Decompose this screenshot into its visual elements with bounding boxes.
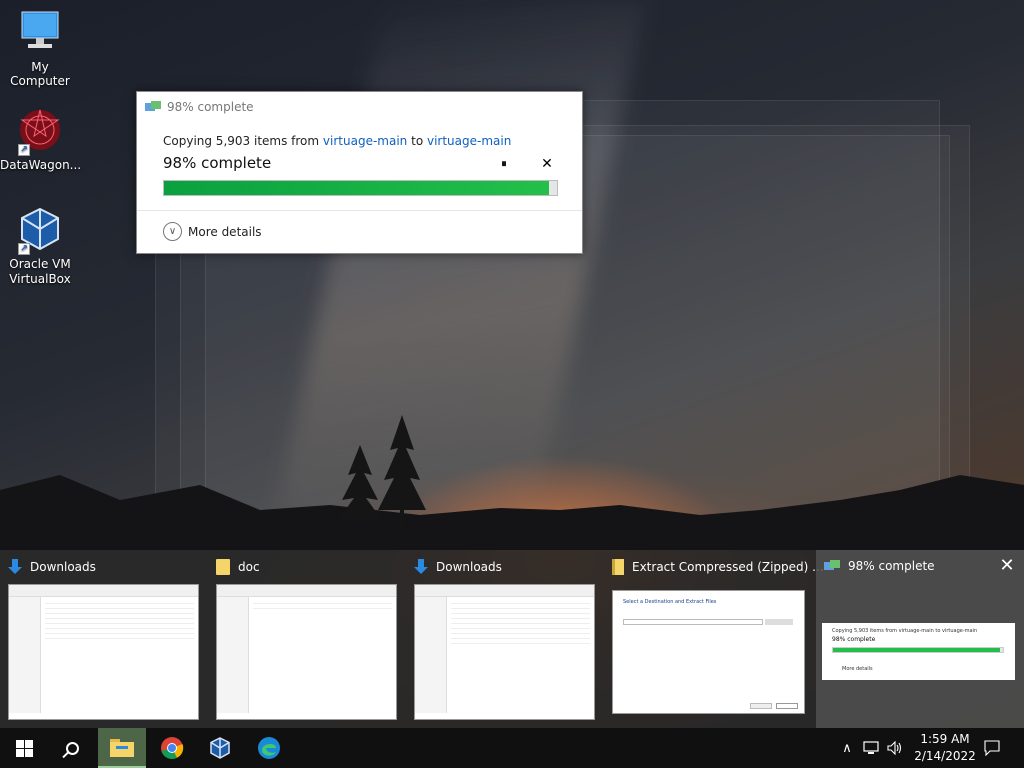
window-preview: Copying 5,903 items from virtuage-main t…	[822, 623, 1015, 680]
desktop-icon-label: DataWagon...	[0, 158, 82, 172]
task-thumbnail-downloads-2[interactable]: Downloads	[406, 550, 602, 728]
folder-icon	[216, 559, 230, 575]
copy-progress-icon	[145, 101, 161, 113]
thumbnail-title: Extract Compressed (Zipped) ...	[632, 560, 824, 574]
datawagon-icon: ↗	[16, 106, 64, 156]
window-preview	[216, 584, 397, 720]
copy-progress-dialog[interactable]: 98% complete Copying 5,903 items from vi…	[136, 91, 583, 254]
thumbnail-title: doc	[238, 560, 260, 574]
clock-time: 1:59 AM	[920, 732, 970, 746]
preview-progress-fill	[833, 648, 1000, 652]
desktop-icon-my-computer[interactable]: My Computer	[0, 8, 80, 88]
desktop-icon-datawagon[interactable]: ↗ DataWagon...	[0, 106, 82, 172]
show-hidden-icons-button[interactable]: ∧	[838, 728, 856, 768]
chrome-icon	[161, 737, 184, 759]
copy-progress-icon	[824, 560, 840, 572]
wallpaper-mountains	[0, 475, 1024, 550]
window-preview	[414, 584, 595, 720]
task-thumbnail-extract[interactable]: Extract Compressed (Zipped) ... Select a…	[604, 550, 824, 728]
thumbnail-title: Downloads	[436, 560, 502, 574]
preview-progress-bar	[832, 647, 1004, 653]
divider	[137, 210, 582, 211]
cancel-button[interactable]: ✕	[539, 156, 555, 172]
dialog-title: 98% complete	[167, 100, 254, 114]
preview-more: More details	[842, 666, 873, 672]
task-thumbnail-doc[interactable]: doc	[208, 550, 404, 728]
taskbar-edge[interactable]	[245, 728, 293, 768]
thumbnail-title: 98% complete	[848, 559, 935, 573]
action-center-button[interactable]	[980, 728, 1004, 768]
download-arrow-icon	[414, 559, 428, 575]
zip-folder-icon	[612, 559, 624, 575]
shortcut-arrow-icon: ↗	[18, 243, 30, 255]
file-explorer-icon	[110, 739, 134, 757]
source-link[interactable]: virtuage-main	[323, 134, 407, 148]
progress-bar	[163, 180, 558, 196]
notification-icon	[984, 740, 1000, 756]
preview-heading: Select a Destination and Extract Files	[623, 599, 717, 605]
desktop-icon-label: Oracle VM VirtualBox	[9, 257, 71, 286]
computer-icon	[16, 8, 64, 56]
chevron-down-icon: ∨	[163, 222, 182, 241]
taskbar-chrome[interactable]	[148, 728, 196, 768]
network-icon	[863, 741, 879, 754]
start-button[interactable]	[0, 728, 48, 768]
task-switcher: Downloads doc Downloads Extract Compress…	[0, 550, 1024, 728]
shortcut-arrow-icon: ↗	[18, 144, 30, 156]
task-thumbnail-copy-progress[interactable]: 98% complete Copying 5,903 items from vi…	[816, 550, 1024, 728]
clock-date: 2/14/2022	[914, 749, 976, 763]
destination-link[interactable]: virtuage-main	[427, 134, 511, 148]
preview-copy-pct: 98% complete	[832, 636, 876, 643]
start-icon	[15, 739, 33, 757]
download-arrow-icon	[8, 559, 22, 575]
percent-complete-text: 98% complete	[163, 154, 272, 172]
desktop-icon-virtualbox[interactable]: ↗ Oracle VM VirtualBox	[0, 205, 80, 287]
taskbar: ∧ 1:59 AM 2/14/2022	[0, 728, 1024, 768]
copy-description: Copying 5,903 items from virtuage-main t…	[163, 134, 512, 148]
volume-button[interactable]	[884, 728, 906, 768]
taskbar-file-explorer[interactable]	[98, 728, 146, 768]
task-thumbnail-downloads[interactable]: Downloads	[0, 550, 206, 728]
system-clock[interactable]: 1:59 AM 2/14/2022	[910, 731, 980, 765]
volume-icon	[887, 741, 902, 755]
dialog-title-bar: 98% complete	[145, 100, 254, 114]
more-details-toggle[interactable]: ∨ More details	[163, 222, 262, 241]
network-button[interactable]	[860, 728, 882, 768]
search-icon	[65, 741, 79, 755]
chevron-up-icon: ∧	[842, 740, 852, 756]
virtualbox-icon	[210, 737, 230, 759]
close-window-button[interactable]: ✕	[998, 557, 1016, 575]
desktop-icon-label: My Computer	[10, 60, 70, 88]
edge-icon	[258, 737, 280, 759]
virtualbox-icon: ↗	[16, 205, 64, 255]
more-details-label: More details	[188, 224, 262, 239]
search-button[interactable]	[48, 728, 96, 768]
progress-bar-fill	[164, 181, 550, 195]
window-preview: Select a Destination and Extract Files	[612, 590, 805, 714]
thumbnail-title: Downloads	[30, 560, 96, 574]
window-preview	[8, 584, 199, 720]
preview-copy-line: Copying 5,903 items from virtuage-main t…	[832, 628, 978, 634]
pause-button[interactable]: ⏸	[496, 156, 512, 172]
wallpaper-trees	[338, 415, 426, 525]
taskbar-virtualbox[interactable]	[196, 728, 244, 768]
